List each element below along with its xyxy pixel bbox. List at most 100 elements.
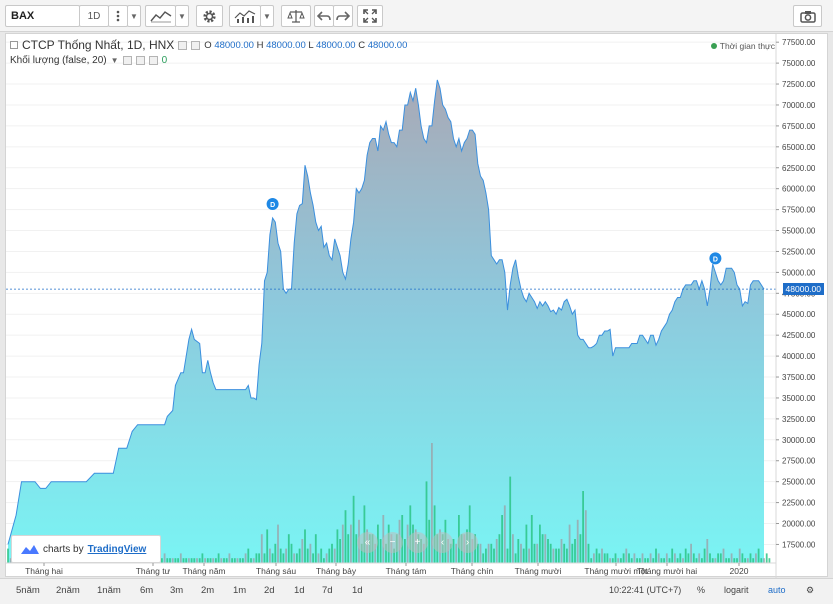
range-1m-button[interactable]: 1m [233,585,246,596]
fullscreen-icon[interactable] [357,5,383,27]
price-chart[interactable]: D D 77500.00 75000.00 72500.00 70000.00 67500… [6,34,829,578]
volume-bar [609,558,611,563]
volume-close-icon[interactable] [148,56,158,65]
price-tick-label: 50000.00 [782,268,816,277]
interval-button[interactable]: 1D [79,5,109,27]
zoom-in-icon[interactable]: + [407,532,428,553]
volume-bar [582,491,584,563]
volume-legend: Khối lượng (false, 20) ▼ 0 [10,55,167,66]
chart-style-dropdown-caret[interactable]: ▼ [175,5,189,27]
collapse-icon[interactable] [10,41,18,49]
volume-bar [676,558,679,563]
volume-bar [350,524,352,563]
volume-bar [574,539,576,563]
volume-bar [161,558,163,563]
percent-scale-button[interactable]: % [697,585,705,595]
interval-dropdown-caret[interactable]: ▼ [127,5,141,27]
range-3m-button[interactable]: 3m [170,585,183,596]
auto-scale-button[interactable]: auto [768,585,786,595]
camera-icon[interactable] [793,5,822,27]
price-tick-label: 67500.00 [782,122,816,131]
volume-bar [490,543,493,563]
range-1y-button[interactable]: 1năm [97,585,121,596]
volume-bar [503,505,506,563]
volume-bar [590,558,593,563]
volume-bar [344,510,347,563]
legend-visibility-icon[interactable] [191,40,201,50]
price-tick-label: 77500.00 [782,38,816,47]
range-5y-button[interactable]: 5năm [16,585,40,596]
series-legend: CTCP Thống Nhất, 1D, HNX O 48000.00 H 48… [10,38,407,52]
range-1d-alt-button[interactable]: 1d [352,585,363,596]
undo-icon[interactable] [314,5,334,27]
volume-bar [655,548,657,563]
range-2y-button[interactable]: 2năm [56,585,80,596]
price-tick-label: 65000.00 [782,143,816,152]
symbol-search-input[interactable]: BAX [5,5,80,27]
zoom-out-icon[interactable]: − [382,532,403,553]
volume-bar [620,558,622,563]
range-1d-button[interactable]: 1d [294,585,305,596]
dividend-marker-icon[interactable]: D [266,197,279,210]
volume-bar [752,558,755,563]
volume-bar [539,524,541,563]
volume-bar [530,515,533,563]
volume-bar [312,553,314,563]
redo-icon[interactable] [333,5,353,27]
volume-visibility-icon[interactable] [135,56,145,65]
range-7d-button[interactable]: 7d [322,585,333,596]
volume-bar [266,529,269,563]
more-vertical-icon[interactable] [108,5,128,27]
volume-bar [239,558,242,563]
volume-bar [495,539,498,563]
volume-bar [649,553,652,563]
interval-label: 1D [87,10,101,22]
volume-bar [482,553,485,563]
volume-bar [242,558,244,563]
settings-gear-icon[interactable] [196,5,223,27]
tradingview-branding[interactable]: charts by TradingView [11,535,161,563]
range-2m-button[interactable]: 2m [201,585,214,596]
range-6m-button[interactable]: 6m [140,585,153,596]
scroll-to-start-icon[interactable]: « [357,532,378,553]
volume-bar [425,481,428,563]
volume-bar [563,543,566,563]
volume-dropdown-caret[interactable]: ▼ [111,56,119,65]
legend-settings-icon[interactable] [178,40,188,50]
volume-bar [404,539,406,563]
scale-settings-icon[interactable]: ⚙ [806,585,814,596]
volume-bar [328,548,331,563]
volume-bar [228,553,231,563]
volume-bar [595,548,598,563]
volume-bar [485,548,487,563]
log-scale-button[interactable]: logarit [724,585,749,595]
volume-bar [593,553,595,563]
volume-bar [193,558,196,563]
indicators-icon[interactable] [229,5,261,27]
scroll-left-icon[interactable]: ‹ [432,532,453,553]
time-tick-label: Tháng sáu [256,566,296,576]
volume-bar [279,548,282,563]
price-tick-label: 17500.00 [782,540,816,549]
volume-bar [617,558,620,563]
indicators-dropdown-caret[interactable]: ▼ [260,5,274,27]
time-axis[interactable]: Tháng hai Tháng tư Tháng năm Tháng sáu Tháng… [25,563,749,576]
range-2d-button[interactable]: 2d [264,585,275,596]
chart-style-icon[interactable] [145,5,176,27]
volume-bar [738,548,741,563]
compare-scale-icon[interactable] [281,5,311,27]
branding-link[interactable]: TradingView [88,544,147,555]
volume-bar [725,558,728,563]
volume-bar [252,558,255,563]
time-tick-label: Tháng hai [25,566,63,576]
volume-bar [250,558,252,563]
chart-pane[interactable]: D D 77500.00 75000.00 72500.00 70000.00 67500… [5,33,829,578]
price-tick-label: 20000.00 [782,520,816,529]
dividend-marker-icon[interactable]: D [709,252,722,265]
volume-settings-icon[interactable] [122,56,132,65]
volume-bar [709,553,711,563]
volume-bar [506,548,509,563]
scroll-right-icon[interactable]: › [457,532,478,553]
volume-bar [557,548,560,563]
clock-timezone[interactable]: 10:22:41 (UTC+7) [609,585,681,595]
